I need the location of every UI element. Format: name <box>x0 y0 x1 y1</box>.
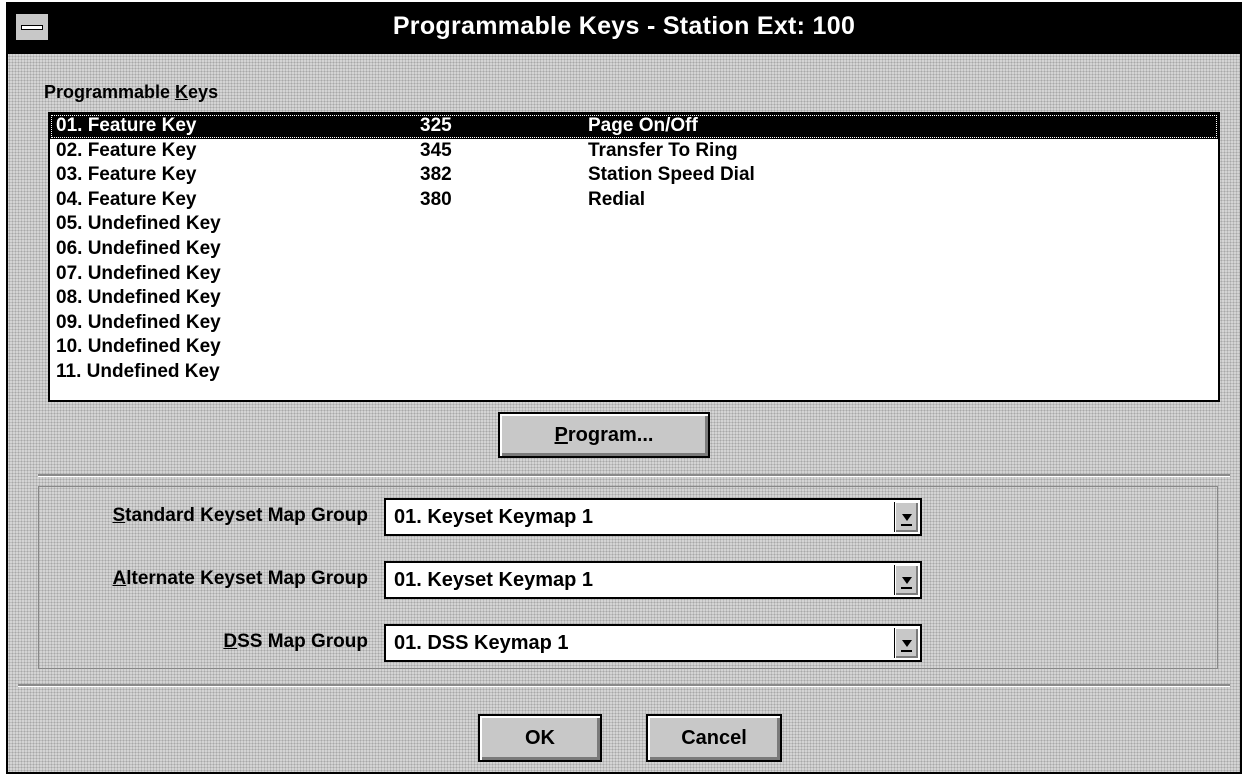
title-bar: Programmable Keys - Station Ext: 100 <box>8 4 1240 54</box>
key-name: 03. Feature Key <box>56 164 197 186</box>
standard-keyset-map-group-select[interactable]: 01. Keyset Keymap 1 <box>384 498 922 536</box>
feature-code: 345 <box>420 139 452 161</box>
list-item[interactable]: 09. Undefined Key <box>50 311 1218 336</box>
key-name: 11. Undefined Key <box>56 360 220 382</box>
feature-description: Redial <box>588 188 646 210</box>
list-item[interactable]: 11. Undefined Key <box>50 360 1218 385</box>
ok-button[interactable]: OK <box>478 714 602 762</box>
standard-keyset-map-group-value: 01. Keyset Keymap 1 <box>394 506 594 528</box>
alternate-keyset-map-group-value: 01. Keyset Keymap 1 <box>394 569 594 591</box>
feature-description: Station Speed Dial <box>588 164 755 186</box>
dss-map-group-select[interactable]: 01. DSS Keymap 1 <box>384 624 922 662</box>
feature-code: 380 <box>420 188 452 210</box>
programmable-keys-listbox[interactable]: 01. Feature Key 325 Page On/Off 02. Feature… <box>48 112 1220 402</box>
dss-map-group-value: 01. DSS Keymap 1 <box>394 632 569 654</box>
key-name: 04. Feature Key <box>56 188 197 210</box>
feature-code: 325 <box>420 115 452 136</box>
key-name: 07. Undefined Key <box>56 262 221 284</box>
list-item[interactable]: 07. Undefined Key <box>50 262 1218 287</box>
alternate-keyset-map-group-label: Alternate Keyset Map Group <box>112 568 368 589</box>
dropdown-arrow-icon[interactable] <box>894 565 918 595</box>
key-name: 01. Feature Key <box>56 115 197 136</box>
cancel-button[interactable]: Cancel <box>646 714 782 762</box>
program-button[interactable]: Program... <box>498 412 710 458</box>
window-title: Programmable Keys - Station Ext: 100 <box>392 12 856 40</box>
programmable-keys-dialog: Programmable Keys - Station Ext: 100 Pro… <box>6 2 1242 774</box>
key-name: 06. Undefined Key <box>56 237 221 259</box>
dropdown-arrow-icon[interactable] <box>894 628 918 658</box>
feature-description: Page On/Off <box>588 115 698 136</box>
key-name: 02. Feature Key <box>56 139 197 161</box>
standard-keyset-map-group-label: Standard Keyset Map Group <box>112 505 368 526</box>
list-item[interactable]: 05. Undefined Key <box>50 212 1218 237</box>
list-item[interactable]: 03. Feature Key 382 Station Speed Dial <box>50 163 1218 188</box>
feature-code: 382 <box>420 164 452 186</box>
list-item[interactable]: 06. Undefined Key <box>50 237 1218 262</box>
list-item[interactable]: 08. Undefined Key <box>50 286 1218 311</box>
list-item[interactable]: 02. Feature Key 345 Transfer To Ring <box>50 139 1218 164</box>
list-item[interactable]: 01. Feature Key 325 Page On/Off <box>50 114 1218 139</box>
divider <box>38 474 1230 477</box>
key-name: 09. Undefined Key <box>56 311 221 333</box>
divider <box>18 684 1230 687</box>
programmable-keys-label: Programmable Keys <box>44 82 219 102</box>
dropdown-arrow-icon[interactable] <box>894 502 918 532</box>
list-item[interactable]: 04. Feature Key 380 Redial <box>50 188 1218 213</box>
alternate-keyset-map-group-select[interactable]: 01. Keyset Keymap 1 <box>384 561 922 599</box>
key-name: 10. Undefined Key <box>56 336 221 358</box>
dss-map-group-label: DSS Map Group <box>223 631 368 652</box>
key-name: 05. Undefined Key <box>56 213 221 235</box>
key-name: 08. Undefined Key <box>56 287 221 309</box>
feature-description: Transfer To Ring <box>588 139 738 161</box>
list-item[interactable]: 10. Undefined Key <box>50 335 1218 360</box>
